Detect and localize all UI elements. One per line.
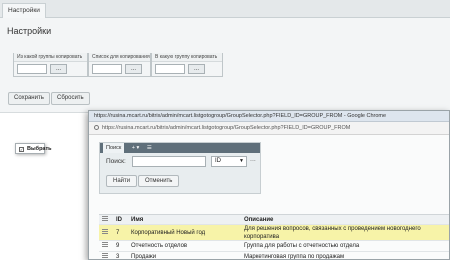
copy-list-browse-button[interactable]: ... — [125, 64, 142, 74]
address-text: https://rusina.mcart.ru/bitrix/admin/mca… — [102, 125, 351, 131]
row-name: Продажи — [131, 254, 157, 260]
filter-box: Поиск + ▾ ☰ Поиск: ID ▼ ... Найти Отмени… — [99, 142, 261, 194]
filter-tab-search[interactable]: Поиск — [103, 143, 125, 153]
row-menu-icon[interactable] — [102, 252, 112, 259]
row-id: 9 — [116, 243, 120, 249]
row-description: Группа для работы с отчетностью отдела — [244, 243, 360, 249]
row-menu-icon[interactable] — [102, 241, 112, 252]
search-label: Поиск: — [106, 158, 126, 165]
lock-icon — [94, 125, 99, 130]
address-bar[interactable]: https://rusina.mcart.ru/bitrix/admin/mca… — [89, 122, 449, 135]
reset-button[interactable]: Сбросить — [51, 92, 90, 105]
find-button[interactable]: Найти — [106, 175, 138, 187]
row-context-menu[interactable]: ✓ Выбрать — [15, 143, 52, 154]
tab-settings[interactable]: Настройки — [2, 3, 46, 18]
field-select[interactable]: ID ▼ — [211, 156, 247, 167]
filter-menu-icon[interactable]: ☰ — [147, 145, 152, 151]
select-menu-item[interactable]: Выбрать — [27, 146, 52, 152]
target-group-label: В какую группу копировать — [152, 53, 222, 62]
chevron-down-icon: ▼ — [239, 158, 244, 164]
row-id: 7 — [116, 230, 120, 236]
group-selector-window: https://rusina.mcart.ru/bitrix/admin/mca… — [88, 110, 450, 260]
target-group-select[interactable] — [155, 64, 185, 74]
filter-tabs: Поиск + ▾ ☰ — [100, 143, 260, 153]
source-group-browse-button[interactable]: ... — [50, 64, 67, 74]
source-group-column: Из какой группы копировать ... — [13, 53, 88, 77]
table-row[interactable]: 9 Отчетность отделов Группа для работы с… — [99, 241, 449, 252]
checkmark-icon: ✓ — [19, 147, 24, 152]
page-title: Настройки — [7, 26, 52, 36]
search-input[interactable] — [132, 156, 206, 167]
grid-header: ID Имя Описание — [99, 214, 449, 225]
row-description: Для решения вопросов, связанных с провед… — [244, 226, 421, 240]
field-select-value: ID — [215, 158, 221, 164]
table-row[interactable]: 7 Корпоративный Новый год Для решения во… — [99, 225, 449, 241]
row-id: 3 — [116, 254, 120, 260]
source-group-label: Из какой группы копировать — [14, 53, 87, 62]
row-description: Маркетинговая группа по продажам — [244, 254, 345, 260]
popup-body: Поиск + ▾ ☰ Поиск: ID ▼ ... Найти Отмени… — [89, 135, 449, 260]
filter-add-tab[interactable]: + ▾ — [132, 145, 140, 151]
target-group-column: В какую группу копировать ... — [151, 53, 223, 77]
copy-list-label: Список для копирования — [89, 53, 150, 62]
row-name: Отчетность отделов — [131, 243, 188, 249]
row-name: Корпоративный Новый год — [131, 230, 206, 236]
save-button[interactable]: Сохранить — [8, 92, 50, 105]
cancel-button[interactable]: Отменить — [138, 175, 180, 187]
groups-grid: ID Имя Описание 7 Корпоративный Новый го… — [99, 214, 449, 260]
admin-tabbar: Настройки — [0, 0, 450, 18]
table-row[interactable]: 3 Продажи Маркетинговая группа по продаж… — [99, 252, 449, 260]
target-group-browse-button[interactable]: ... — [188, 64, 205, 74]
window-titlebar: https://rusina.mcart.ru/bitrix/admin/mca… — [89, 111, 449, 122]
copy-list-column: Список для копирования ... — [88, 53, 151, 77]
copy-list-select[interactable] — [92, 64, 122, 74]
row-menu-icon[interactable] — [102, 225, 112, 241]
more-options-button[interactable]: ... — [250, 156, 256, 163]
source-group-select[interactable] — [17, 64, 47, 74]
